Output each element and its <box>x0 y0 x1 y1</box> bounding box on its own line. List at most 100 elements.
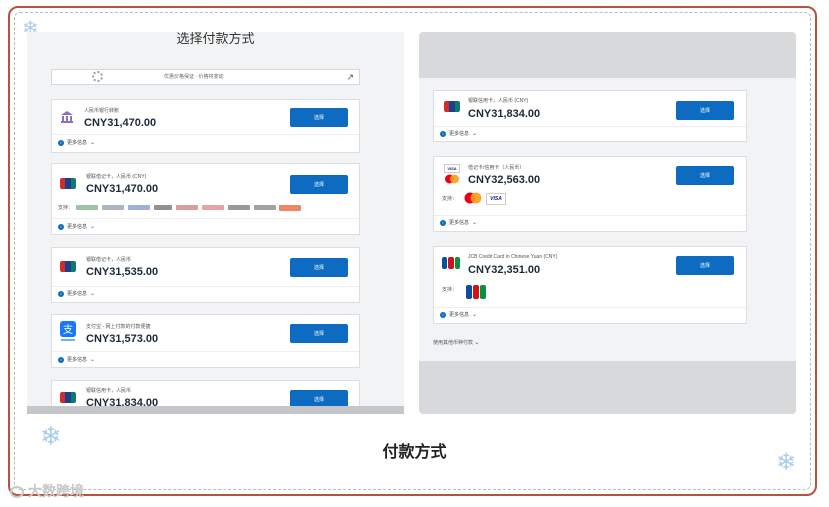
bank-logo-icon <box>202 205 224 210</box>
chevron-down-icon: ⌄ <box>472 220 478 226</box>
more-info-toggle[interactable]: i 更多信息 ⌄ <box>58 290 95 297</box>
select-button[interactable]: 选择 <box>290 324 348 343</box>
right-payment-list: 银联信用卡，人民币 (CNY) CNY31,834.00 选择 i 更多信息 ⌄… <box>419 78 796 361</box>
right-screenshot-panel: 银联信用卡，人民币 (CNY) CNY31,834.00 选择 i 更多信息 ⌄… <box>419 32 796 414</box>
supported-banks-logos <box>76 205 306 211</box>
info-icon: i <box>440 311 446 318</box>
divider <box>52 134 359 135</box>
payment-price: CNY31,470.00 <box>86 183 159 195</box>
info-icon: i <box>440 219 446 226</box>
select-button[interactable]: 选择 <box>290 258 348 277</box>
divider <box>52 218 359 219</box>
payment-price: CNY32,563.00 <box>468 174 541 186</box>
bank-logo-icon <box>102 205 124 210</box>
payment-option-bank-transfer: 人民币银行转账 CNY31,470.00 选择 i 更多信息 ⌄ <box>51 99 360 153</box>
info-icon: i <box>58 290 64 297</box>
divider <box>52 351 359 352</box>
payment-price: CNY31,470.00 <box>84 117 157 129</box>
divider <box>52 286 359 287</box>
more-info-label: 更多信息 <box>67 224 88 230</box>
payment-option-jcb: JCB Credit Card in Chinese Yuan (CNY) CN… <box>433 246 747 324</box>
jcb-icon <box>466 285 486 299</box>
payment-price: CNY31,834.00 <box>468 108 541 120</box>
alipay-icon: 支 <box>60 321 76 341</box>
mastercard-icon <box>464 192 482 204</box>
bank-logo-icon <box>176 205 198 210</box>
loading-spinner-icon <box>92 71 103 82</box>
more-info-label: 更多信息 <box>449 220 470 226</box>
chevron-down-icon: ⌄ <box>90 140 96 146</box>
more-info-label: 更多信息 <box>449 131 470 137</box>
figure-caption: 付款方式 <box>382 444 447 461</box>
payment-option-unionpay-debit: 银联借记卡，人民币 (CNY) CNY31,470.00 选择 支持： i 更多… <box>51 163 360 235</box>
more-info-label: 更多信息 <box>67 357 88 363</box>
unionpay-icon <box>60 261 76 272</box>
info-icon: i <box>58 139 64 146</box>
mastercard-icon <box>445 174 459 184</box>
unionpay-icon <box>60 178 76 189</box>
chevron-down-icon: ⌄ <box>472 312 478 318</box>
payment-option-debit-credit-card: VISA 借记卡/信用卡（人民币） CNY32,563.00 选择 支持： VI… <box>433 156 747 232</box>
more-info-toggle[interactable]: i 更多信息 ⌄ <box>440 219 477 226</box>
more-info-toggle[interactable]: i 更多信息 ⌄ <box>440 311 477 318</box>
payment-price: CNY31,573.00 <box>86 333 159 345</box>
payment-description: 银联信用卡，人民币 <box>86 388 132 394</box>
bank-icon <box>61 111 73 123</box>
visa-icon: VISA <box>486 193 506 205</box>
select-button[interactable]: 选择 <box>290 108 348 127</box>
chevron-down-icon: ⌄ <box>90 224 96 230</box>
chevron-down-icon: ⌄ <box>90 291 96 297</box>
watermark-logo-icon <box>10 486 24 498</box>
watermark: 大数跨境 <box>10 481 84 501</box>
unionpay-icon <box>444 101 460 112</box>
select-button[interactable]: 选择 <box>676 101 734 120</box>
more-info-toggle[interactable]: i 更多信息 ⌄ <box>440 130 477 137</box>
bank-logo-icon <box>154 205 172 210</box>
other-currency-label: 使用其他币种付款 <box>433 340 474 346</box>
divider <box>434 126 746 127</box>
bank-logo-icon <box>228 205 250 210</box>
payment-description: 借记卡/信用卡（人民币） <box>468 165 525 171</box>
svg-text:支: 支 <box>63 324 73 336</box>
jcb-icon <box>442 257 460 269</box>
payment-description: 银联借记卡，人民币 <box>86 257 132 263</box>
payment-option-unionpay-debit-2: 银联借记卡，人民币 CNY31,535.00 选择 i 更多信息 ⌄ <box>51 247 360 303</box>
more-info-label: 更多信息 <box>449 312 470 318</box>
more-info-label: 更多信息 <box>67 291 88 297</box>
scrollbar-track <box>27 406 404 414</box>
divider <box>434 307 746 308</box>
info-icon: i <box>58 223 64 230</box>
bank-logo-icon <box>254 205 276 210</box>
payment-description: 银联信用卡，人民币 (CNY) <box>468 98 529 104</box>
payment-description: JCB Credit Card in Chinese Yuan (CNY) <box>468 254 558 260</box>
info-icon: i <box>58 356 64 363</box>
select-button[interactable]: 选择 <box>290 175 348 194</box>
select-button[interactable]: 选择 <box>676 166 734 185</box>
bank-logo-icon <box>279 205 301 211</box>
payment-price: CNY32,351.00 <box>468 264 541 276</box>
chevron-down-icon: ⌄ <box>472 131 478 137</box>
payment-price: CNY31,535.00 <box>86 266 159 278</box>
payment-description: 人民币银行转账 <box>84 108 120 114</box>
external-link-icon[interactable]: ↗ <box>346 72 354 82</box>
bank-logo-icon <box>128 205 150 210</box>
left-screenshot-panel: 选择付款方式 优惠价格保证 · 价格将变动 ↗ 人民币银行转账 CNY31,47… <box>27 32 404 412</box>
price-guarantee-text: 优惠价格保证 · 价格将变动 <box>164 74 224 80</box>
chevron-down-icon: ⌄ <box>90 357 96 363</box>
more-info-label: 更多信息 <box>67 140 88 146</box>
chevron-down-icon: ⌄ <box>474 340 480 346</box>
payment-option-unionpay-credit: 银联信用卡，人民币 (CNY) CNY31,834.00 选择 i 更多信息 ⌄ <box>433 90 747 142</box>
select-button[interactable]: 选择 <box>676 256 734 275</box>
support-label: 支持： <box>442 287 458 293</box>
watermark-text: 大数跨境 <box>28 483 84 499</box>
support-label: 支持： <box>58 205 74 211</box>
payment-description: 银联借记卡，人民币 (CNY) <box>86 174 147 180</box>
more-info-toggle[interactable]: i 更多信息 ⌄ <box>58 139 95 146</box>
more-info-toggle[interactable]: i 更多信息 ⌄ <box>58 356 95 363</box>
divider <box>434 215 746 216</box>
page-title: 选择付款方式 <box>176 32 255 46</box>
payment-option-alipay: 支 支付宝 - 网上付款的付款便捷 CNY31,573.00 选择 i 更多信息… <box>51 314 360 368</box>
price-guarantee-bar: 优惠价格保证 · 价格将变动 ↗ <box>51 69 360 85</box>
other-currency-toggle[interactable]: 使用其他币种付款 ⌄ <box>433 339 479 346</box>
more-info-toggle[interactable]: i 更多信息 ⌄ <box>58 223 95 230</box>
